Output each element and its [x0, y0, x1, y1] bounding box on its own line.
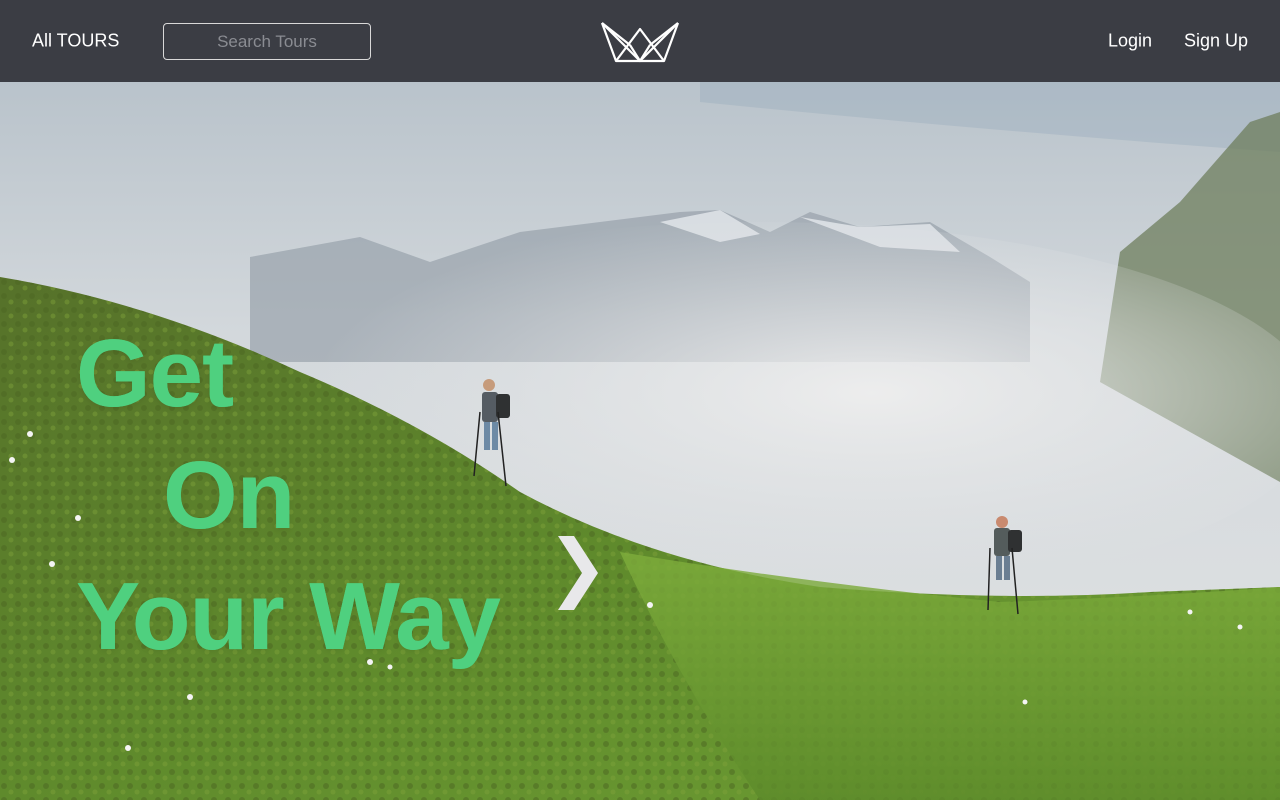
headline-line-2: On: [163, 442, 295, 549]
login-link[interactable]: Login: [1108, 31, 1152, 52]
signup-link[interactable]: Sign Up: [1184, 31, 1248, 52]
crown-logo-icon[interactable]: [600, 19, 680, 63]
headline-line-3: Your Way: [76, 563, 501, 670]
hero-background-image: [0, 82, 1280, 800]
search-tours-input[interactable]: [163, 23, 371, 60]
top-navbar: All TOURS Login Sign Up: [0, 0, 1280, 82]
chevron-right-icon[interactable]: [554, 532, 602, 614]
headline-line-1: Get: [76, 320, 234, 427]
all-tours-link[interactable]: All TOURS: [32, 31, 119, 52]
hero-section: Get On Your Way: [0, 82, 1280, 800]
